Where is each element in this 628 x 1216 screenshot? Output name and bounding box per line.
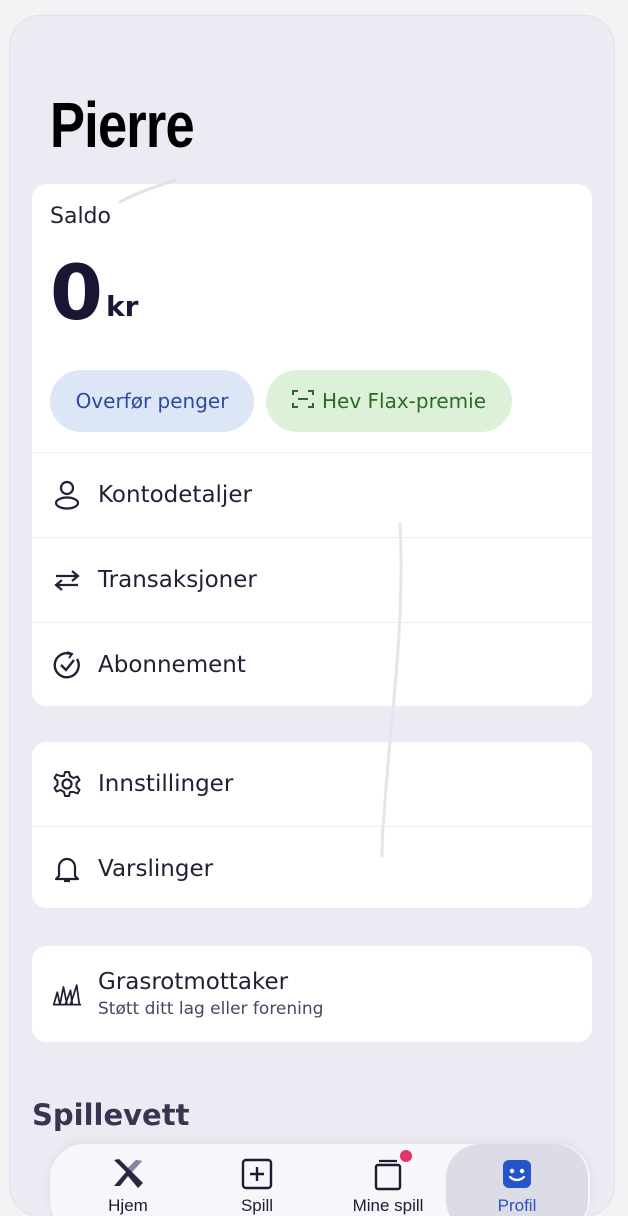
balance-currency: kr	[106, 290, 139, 323]
transfer-money-label: Overfør penger	[75, 389, 229, 413]
bottom-nav: Hjem Spill Mine spill Profil	[50, 1144, 590, 1216]
home-x-icon	[110, 1156, 146, 1192]
withdraw-flax-prize-button[interactable]: Hev Flax-premie	[266, 370, 512, 432]
withdraw-flax-prize-label: Hev Flax-premie	[321, 389, 487, 413]
notification-badge	[400, 1150, 412, 1162]
person-icon	[52, 480, 82, 510]
menu-item-label: Kontodetaljer	[98, 482, 252, 508]
nav-item-spill[interactable]: Spill	[197, 1144, 317, 1216]
nav-item-profil[interactable]: Profil	[457, 1144, 577, 1216]
nav-label: Profil	[497, 1196, 537, 1215]
menu-item-kontodetaljer[interactable]: Kontodetaljer	[32, 452, 592, 537]
nav-item-hjem[interactable]: Hjem	[68, 1144, 188, 1216]
menu-item-innstillinger[interactable]: Innstillinger	[32, 742, 592, 826]
grassroots-card[interactable]: Grasrotmottaker Støtt ditt lag eller for…	[32, 946, 592, 1042]
bell-icon	[52, 854, 82, 884]
menu-item-grasrotmottaker[interactable]: Grasrotmottaker Støtt ditt lag eller for…	[32, 952, 592, 1036]
check-circle-icon	[52, 650, 82, 680]
smiley-icon	[499, 1156, 535, 1192]
menu-item-label: Varslinger	[98, 856, 214, 882]
balance-card: Saldo 0 kr Overfør penger Hev Flax-premi…	[32, 184, 592, 706]
plus-square-icon	[239, 1156, 275, 1192]
nav-label: Hjem	[108, 1196, 148, 1215]
settings-card: Innstillinger Varslinger	[32, 742, 592, 908]
arrows-icon	[52, 565, 82, 595]
grassroots-subtitle: Støtt ditt lag eller forening	[98, 999, 324, 1019]
nav-label: Mine spill	[352, 1196, 424, 1215]
nav-label: Spill	[240, 1196, 274, 1215]
menu-item-varslinger[interactable]: Varslinger	[32, 826, 592, 908]
app-screen: Pierre Saldo 0 kr Overfør penger Hev Fla…	[10, 16, 614, 1216]
grassroots-title: Grasrotmottaker	[98, 969, 289, 995]
grass-icon	[52, 979, 82, 1009]
menu-item-label: Transaksjoner	[98, 567, 257, 593]
gear-icon	[52, 769, 82, 799]
balance-label: Saldo	[50, 204, 111, 229]
balance-amount: 0	[50, 248, 103, 337]
menu-item-abonnement[interactable]: Abonnement	[32, 622, 592, 706]
menu-item-transaksjoner[interactable]: Transaksjoner	[32, 537, 592, 622]
section-heading-spillevett: Spillevett	[32, 1098, 190, 1132]
menu-item-label: Innstillinger	[98, 771, 234, 797]
grassroots-text: Grasrotmottaker Støtt ditt lag eller for…	[98, 969, 323, 1019]
scan-icon	[291, 389, 314, 414]
transfer-money-button[interactable]: Overfør penger	[50, 370, 254, 432]
cards-icon	[370, 1150, 412, 1192]
nav-item-mine-spill[interactable]: Mine spill	[328, 1144, 448, 1216]
profile-name: Pierre	[50, 89, 195, 161]
menu-item-label: Abonnement	[98, 652, 246, 678]
